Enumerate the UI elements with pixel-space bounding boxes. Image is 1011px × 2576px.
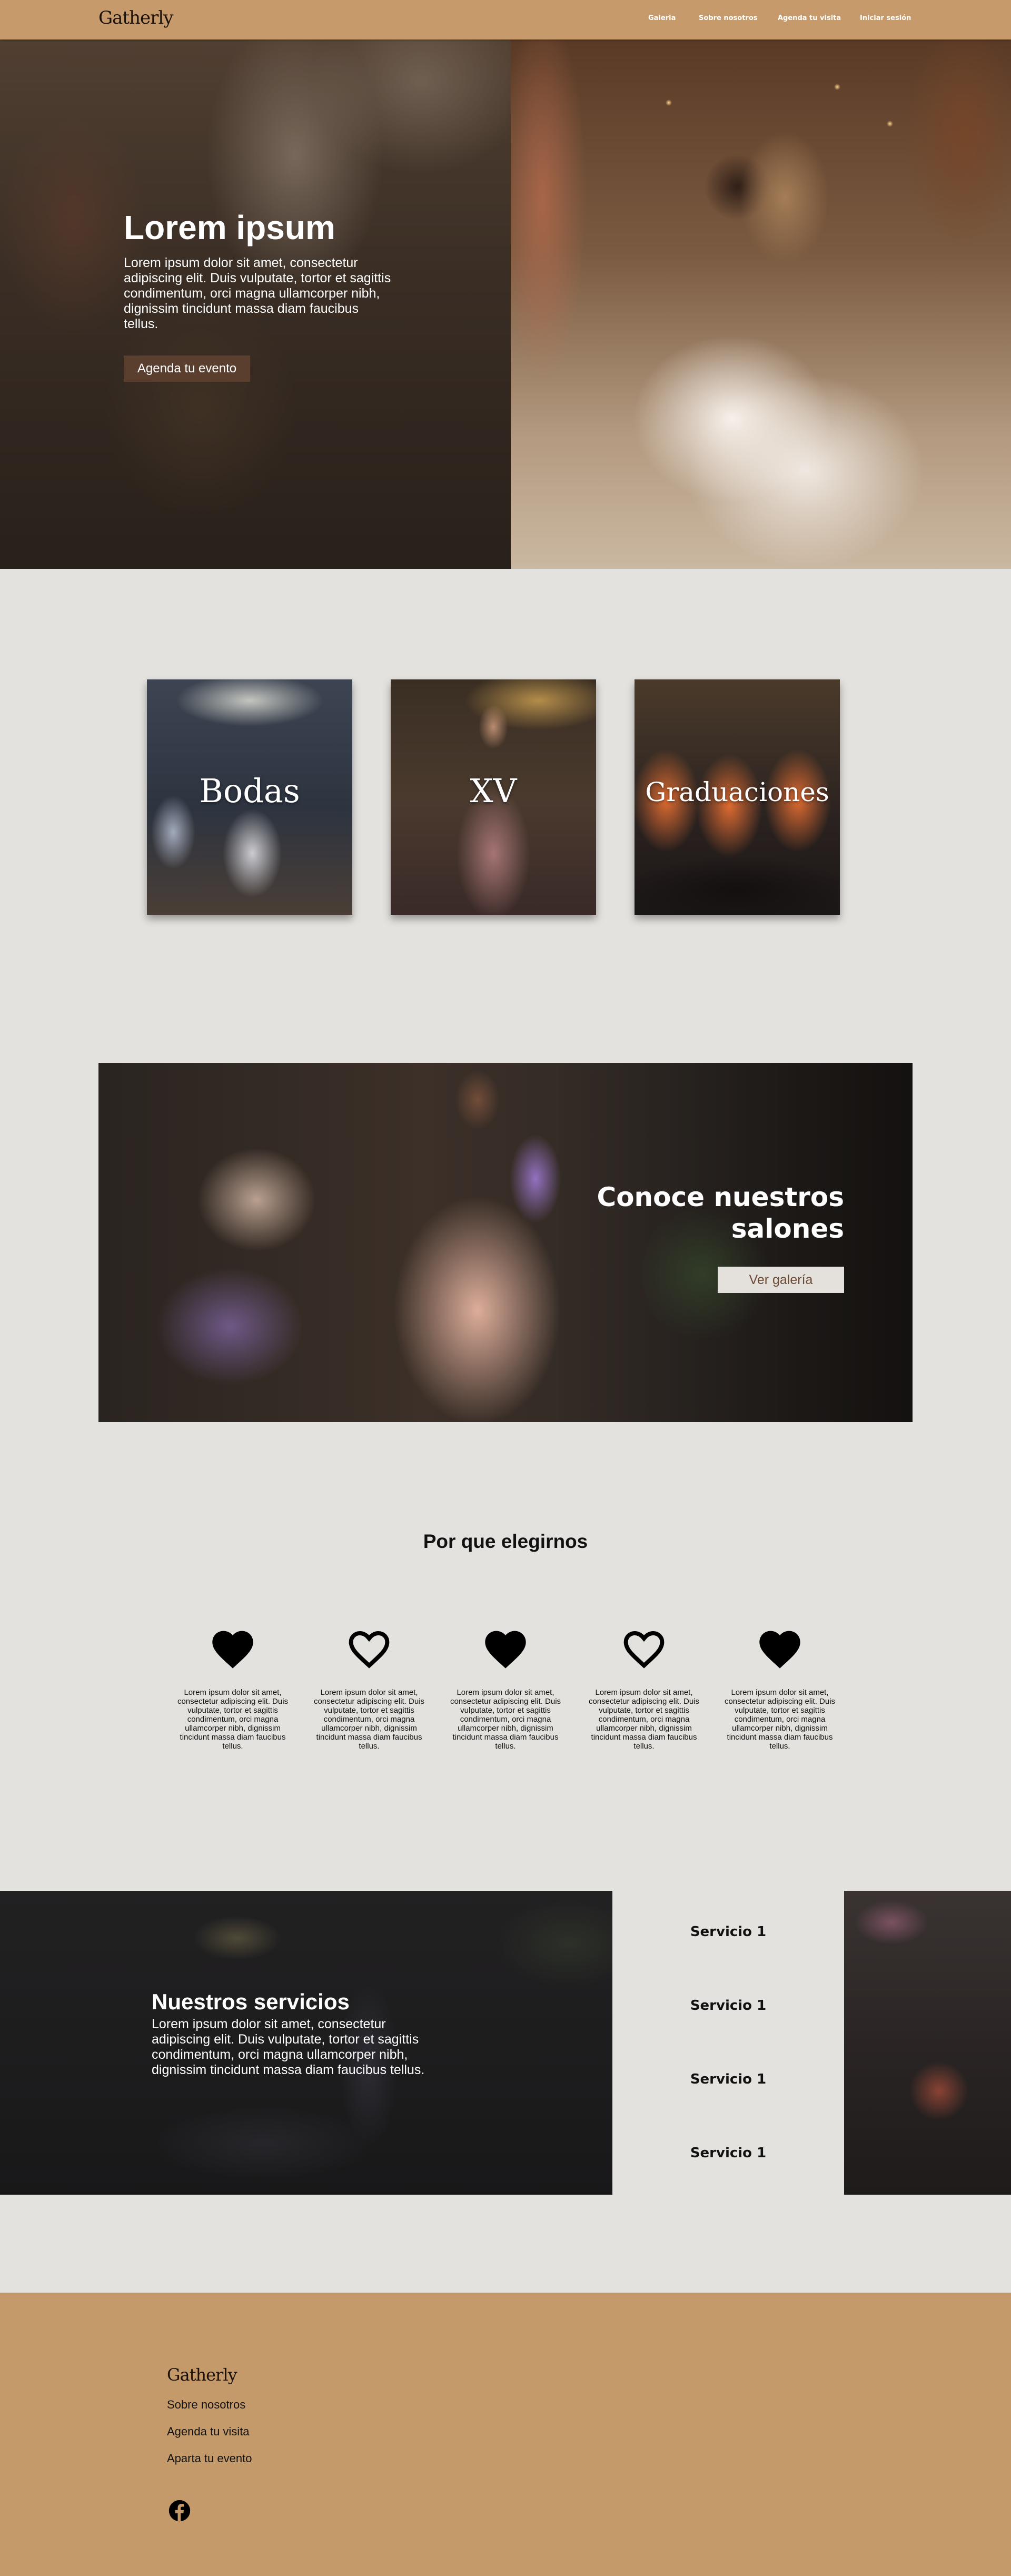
service-item[interactable]: Servicio 1 bbox=[612, 2071, 844, 2087]
category-card-graduaciones[interactable]: Graduaciones bbox=[635, 679, 840, 915]
services-side-image bbox=[844, 1891, 1011, 2195]
hero-couple-photo bbox=[511, 40, 1011, 569]
services-list: Servicio 1 Servicio 1 Servicio 1 Servici… bbox=[612, 1891, 844, 2195]
heart-filled-icon bbox=[212, 1631, 253, 1669]
feature-item: Lorem ipsum dolor sit amet, consectetur … bbox=[172, 1627, 293, 1751]
agenda-evento-button[interactable]: Agenda tu evento bbox=[124, 356, 250, 382]
feature-text: Lorem ipsum dolor sit amet, consectetur … bbox=[588, 1688, 700, 1751]
heart-outline-icon bbox=[623, 1631, 665, 1669]
salones-banner: Conoce nuestros salones Ver galería bbox=[98, 1063, 913, 1422]
service-item[interactable]: Servicio 1 bbox=[612, 2145, 844, 2161]
top-navbar: Gatherly Galeria Sobre nosotros Agenda t… bbox=[0, 0, 1011, 40]
footer-link-sobre-nosotros[interactable]: Sobre nosotros bbox=[167, 2398, 245, 2412]
nav-link-galeria[interactable]: Galeria bbox=[648, 14, 676, 22]
heart-outline-icon bbox=[349, 1631, 390, 1669]
heart-filled-icon bbox=[485, 1631, 526, 1669]
category-label: Graduaciones bbox=[645, 777, 829, 807]
hero-title: Lorem ipsum bbox=[124, 209, 335, 246]
category-label: XV bbox=[470, 772, 517, 810]
service-item[interactable]: Servicio 1 bbox=[612, 1998, 844, 2014]
feature-item: Lorem ipsum dolor sit amet, consectetur … bbox=[309, 1627, 430, 1751]
footer: Gatherly Sobre nosotros Agenda tu visita… bbox=[0, 2293, 1011, 2576]
services-title: Nuestros servicios bbox=[152, 1989, 350, 2014]
nav-link-sobre-nosotros[interactable]: Sobre nosotros bbox=[699, 14, 758, 22]
why-us-title: Por que elegirnos bbox=[423, 1531, 588, 1552]
nav-link-iniciar-sesion[interactable]: Iniciar sesión bbox=[860, 14, 911, 22]
feature-text: Lorem ipsum dolor sit amet, consectetur … bbox=[177, 1688, 289, 1751]
salones-title: Conoce nuestros salones bbox=[597, 1182, 844, 1244]
nav-link-agenda-visita[interactable]: Agenda tu visita bbox=[778, 14, 841, 22]
hero-section: Lorem ipsum Lorem ipsum dolor sit amet, … bbox=[0, 40, 1011, 569]
feature-text: Lorem ipsum dolor sit amet, consectetur … bbox=[450, 1688, 561, 1751]
feature-item: Lorem ipsum dolor sit amet, consectetur … bbox=[445, 1627, 566, 1751]
feature-text: Lorem ipsum dolor sit amet, consectetur … bbox=[313, 1688, 425, 1751]
category-card-xv[interactable]: XV bbox=[391, 679, 596, 915]
services-section: Nuestros servicios Lorem ipsum dolor sit… bbox=[0, 1891, 1011, 2195]
services-description: Lorem ipsum dolor sit amet, consectetur … bbox=[152, 2017, 425, 2077]
footer-link-aparta-evento[interactable]: Aparta tu evento bbox=[167, 2452, 252, 2465]
feature-text: Lorem ipsum dolor sit amet, consectetur … bbox=[724, 1688, 836, 1751]
footer-link-agenda-visita[interactable]: Agenda tu visita bbox=[167, 2425, 250, 2439]
service-item[interactable]: Servicio 1 bbox=[612, 1924, 844, 1940]
ver-galeria-button[interactable]: Ver galería bbox=[718, 1267, 844, 1293]
heart-filled-icon bbox=[759, 1631, 800, 1669]
hero-description: Lorem ipsum dolor sit amet, consectetur … bbox=[124, 255, 391, 331]
feature-item: Lorem ipsum dolor sit amet, consectetur … bbox=[583, 1627, 705, 1751]
logo[interactable]: Gatherly bbox=[98, 7, 173, 28]
feature-item: Lorem ipsum dolor sit amet, consectetur … bbox=[719, 1627, 840, 1751]
footer-logo[interactable]: Gatherly bbox=[167, 2365, 237, 2385]
category-label: Bodas bbox=[199, 772, 300, 810]
category-card-bodas[interactable]: Bodas bbox=[147, 679, 352, 915]
facebook-icon[interactable] bbox=[168, 2499, 191, 2522]
